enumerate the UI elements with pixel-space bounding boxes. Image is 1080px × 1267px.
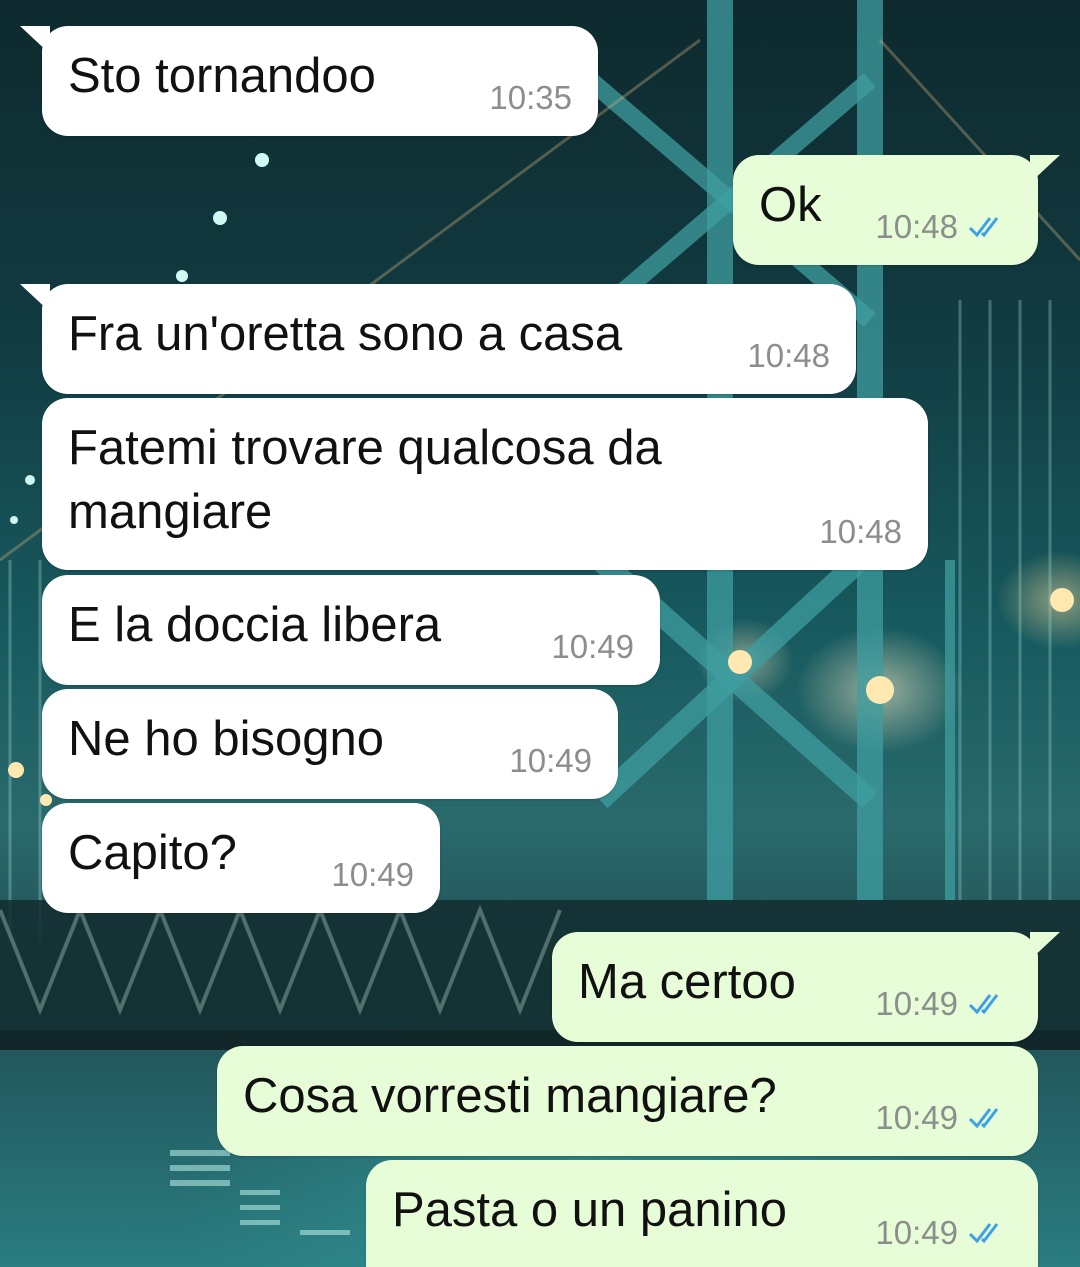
message-time: 10:49 [875, 1214, 958, 1251]
bubble-tail [1030, 155, 1060, 183]
message-meta: 10:49 [875, 984, 1012, 1024]
message-meta: 10:35 [489, 78, 572, 118]
message-time: 10:48 [747, 337, 830, 374]
message-text: Fra un'oretta sono a casa [68, 307, 623, 361]
message-time: 10:48 [819, 513, 902, 550]
message-bubble-incoming[interactable]: E la doccia libera 10:49 [42, 575, 660, 685]
message-meta: 10:49 [875, 1213, 1012, 1253]
message-bubble-outgoing[interactable]: Pasta o un panino 10:49 [366, 1160, 1038, 1267]
message-time: 10:35 [489, 79, 572, 116]
message-time: 10:48 [875, 208, 958, 245]
double-check-icon [968, 991, 1012, 1017]
message-time: 10:49 [509, 742, 592, 779]
bubble-tail [20, 26, 50, 54]
message-meta: 10:49 [875, 1098, 1012, 1138]
message-bubble-incoming[interactable]: Fra un'oretta sono a casa 10:48 [20, 284, 856, 394]
message-bubble-incoming[interactable]: Fatemi trovare qualcosa da mangiare 10:4… [42, 398, 928, 570]
message-time: 10:49 [551, 628, 634, 665]
message-bubble-outgoing[interactable]: Ma certoo 10:49 [552, 932, 1060, 1042]
message-meta: 10:49 [509, 741, 592, 781]
message-meta: 10:48 [747, 336, 830, 376]
message-bubble-outgoing[interactable]: Cosa vorresti mangiare? 10:49 [217, 1046, 1038, 1156]
message-time: 10:49 [875, 1099, 958, 1136]
double-check-icon [968, 1220, 1012, 1246]
bubble-tail [1030, 932, 1060, 960]
message-meta: 10:49 [551, 627, 634, 667]
double-check-icon [968, 1105, 1012, 1131]
message-text: Fatemi trovare qualcosa da mangiare [68, 421, 662, 539]
message-text: E la doccia libera [68, 598, 442, 652]
message-bubble-incoming[interactable]: Capito? 10:49 [42, 803, 440, 913]
message-time: 10:49 [875, 985, 958, 1022]
message-meta: 10:48 [819, 512, 902, 552]
message-bubble-incoming[interactable]: Ne ho bisogno 10:49 [42, 689, 618, 799]
bubble-tail [20, 284, 50, 312]
message-meta: 10:49 [331, 855, 414, 895]
message-bubble-outgoing[interactable]: Ok 10:48 [733, 155, 1060, 265]
message-meta: 10:48 [875, 207, 1012, 247]
message-bubble-incoming[interactable]: Sto tornandoo 10:35 [20, 26, 598, 136]
message-time: 10:49 [331, 856, 414, 893]
double-check-icon [968, 214, 1012, 240]
